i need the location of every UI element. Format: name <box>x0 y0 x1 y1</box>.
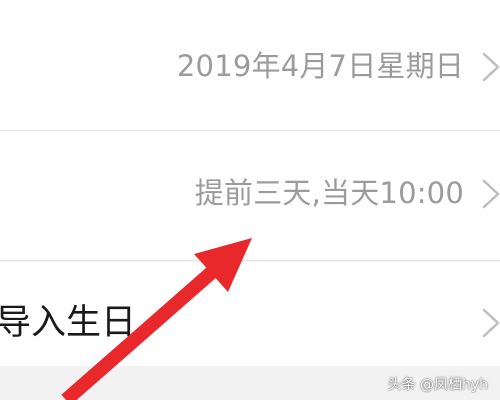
watermark-text: 头条 @凤栖hyh <box>387 377 488 393</box>
import-birthday-row[interactable]: 导入生日 <box>0 262 500 366</box>
reminder-value: 提前三天,当天10:00 <box>194 176 464 210</box>
row-divider <box>0 260 500 261</box>
date-value: 2019年4月7日星期日 <box>176 49 464 83</box>
import-birthday-label: 导入生日 <box>0 303 137 343</box>
reminder-row[interactable]: 提前三天,当天10:00 <box>0 131 500 260</box>
chevron-right-icon <box>482 52 500 82</box>
chevron-right-icon <box>482 308 500 338</box>
chevron-right-icon <box>482 179 500 209</box>
birthday-settings-screen: 2019年4月7日星期日 提前三天,当天10:00 导入生日 头条 @凤栖hyh <box>0 0 500 400</box>
date-row[interactable]: 2019年4月7日星期日 <box>0 0 500 130</box>
